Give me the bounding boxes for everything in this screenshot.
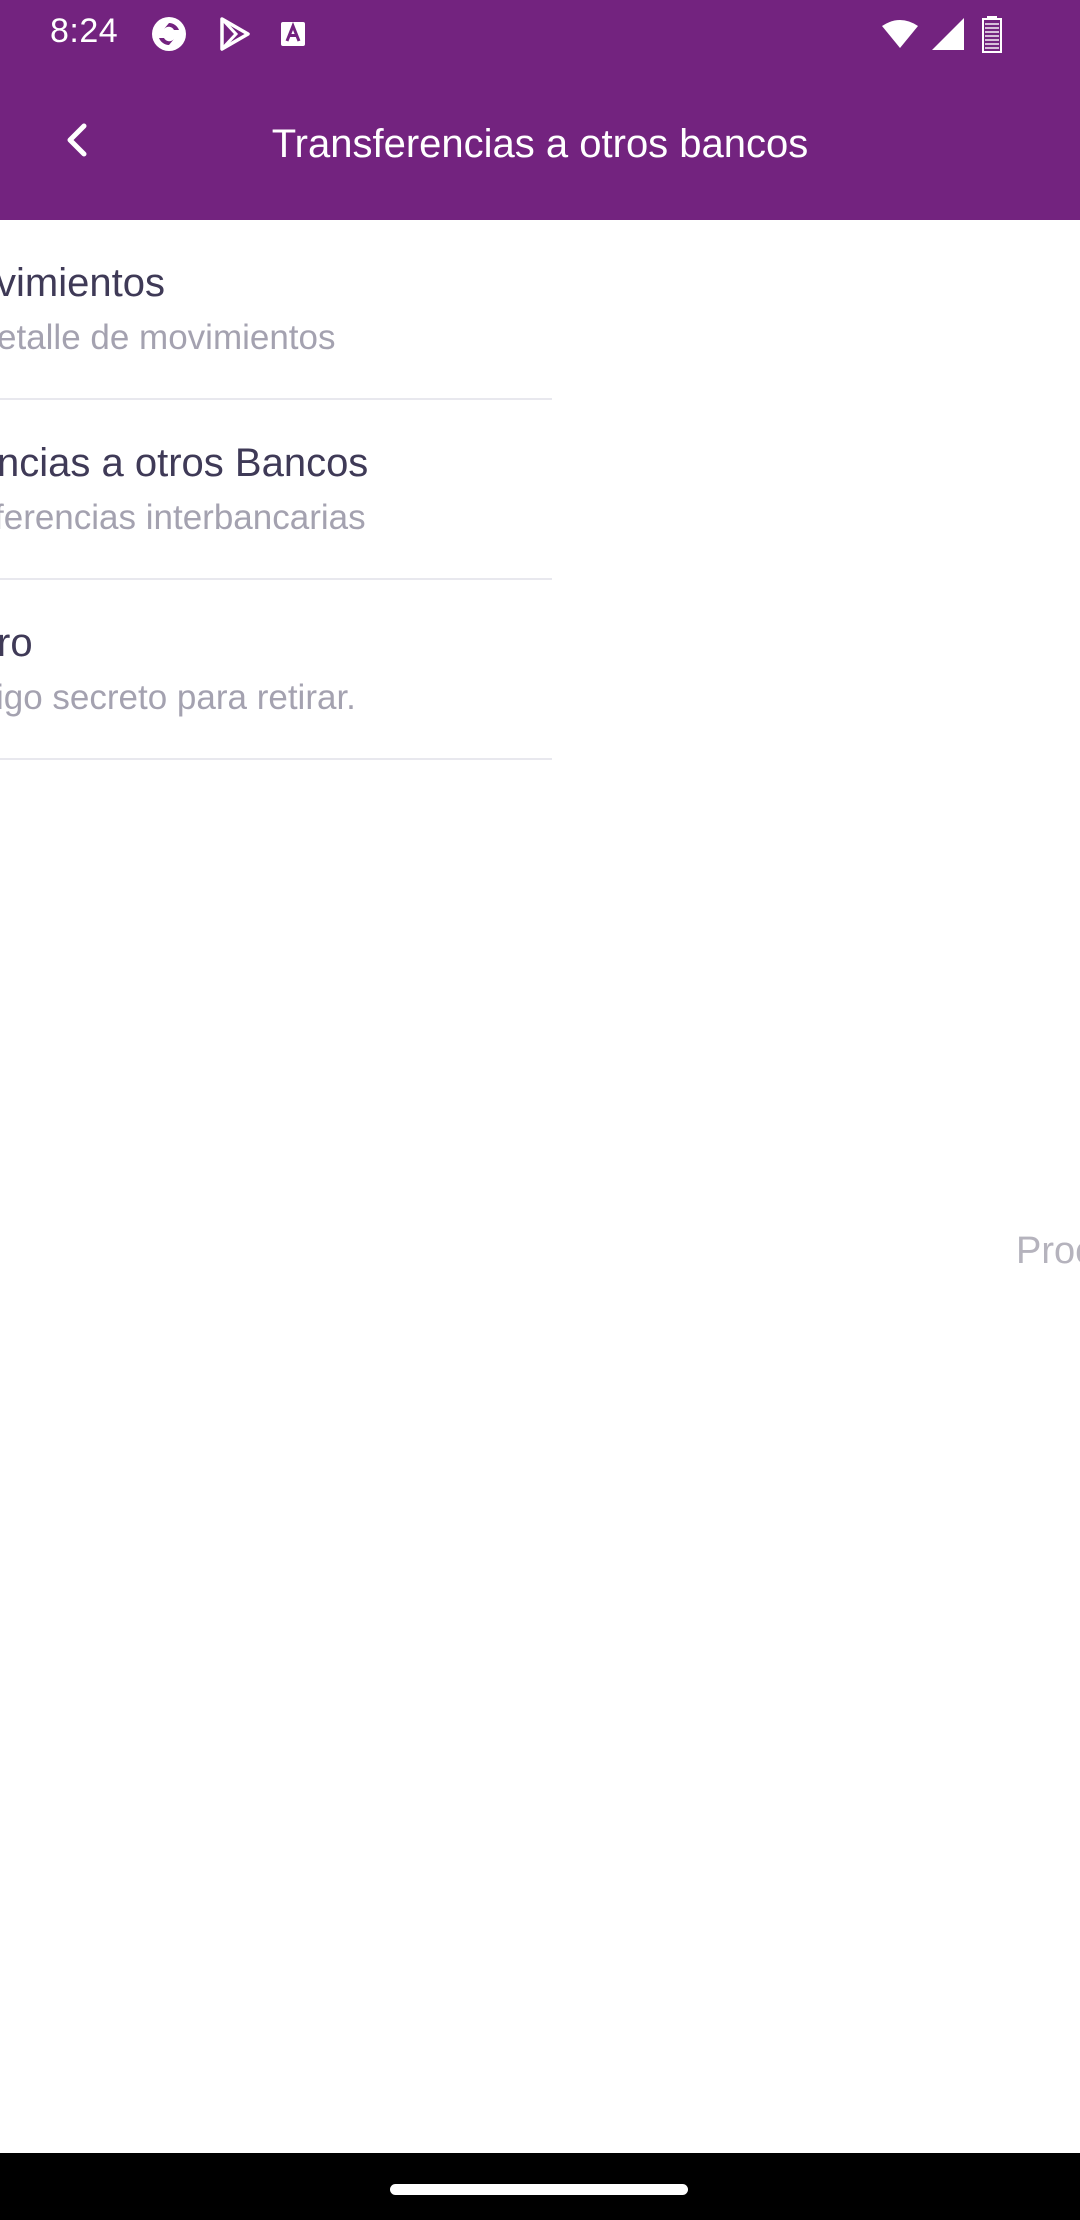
menu-item-title: ro <box>0 621 33 665</box>
menu-item-retiro[interactable]: ro igo secreto para retirar. <box>0 580 552 760</box>
app-bar: 8:24 Transferencias a otros bancos <box>0 0 1080 220</box>
play-store-icon <box>214 14 254 54</box>
signal-icon <box>928 14 968 54</box>
menu-item-subtitle: ferencias interbancarias <box>0 498 366 537</box>
navigation-bar <box>0 2153 1080 2220</box>
home-indicator[interactable] <box>390 2184 688 2195</box>
status-bar: 8:24 <box>0 0 1080 66</box>
sync-app-icon <box>149 14 189 54</box>
menu-item-movimientos[interactable]: vimientos etalle de movimientos <box>0 220 552 400</box>
menu-item-title: vimientos <box>0 261 165 305</box>
menu-item-transferencias-otros-bancos[interactable]: ncias a otros Bancos ferencias interbanc… <box>0 400 552 580</box>
wifi-icon <box>880 14 920 54</box>
app-screen: 8:24 Transferencias a otros bancos vimie… <box>0 0 1080 2220</box>
side-panel-label: Proc <box>1016 1230 1080 1272</box>
page-title: Transferencias a otros bancos <box>271 122 809 166</box>
menu-item-subtitle: etalle de movimientos <box>0 318 336 357</box>
menu-item-subtitle: igo secreto para retirar. <box>0 678 356 717</box>
font-app-icon <box>273 14 313 54</box>
status-time: 8:24 <box>50 12 119 50</box>
menu-list: vimientos etalle de movimientos ncias a … <box>0 220 552 760</box>
battery-icon <box>972 14 1012 54</box>
menu-item-title: ncias a otros Bancos <box>0 441 369 485</box>
